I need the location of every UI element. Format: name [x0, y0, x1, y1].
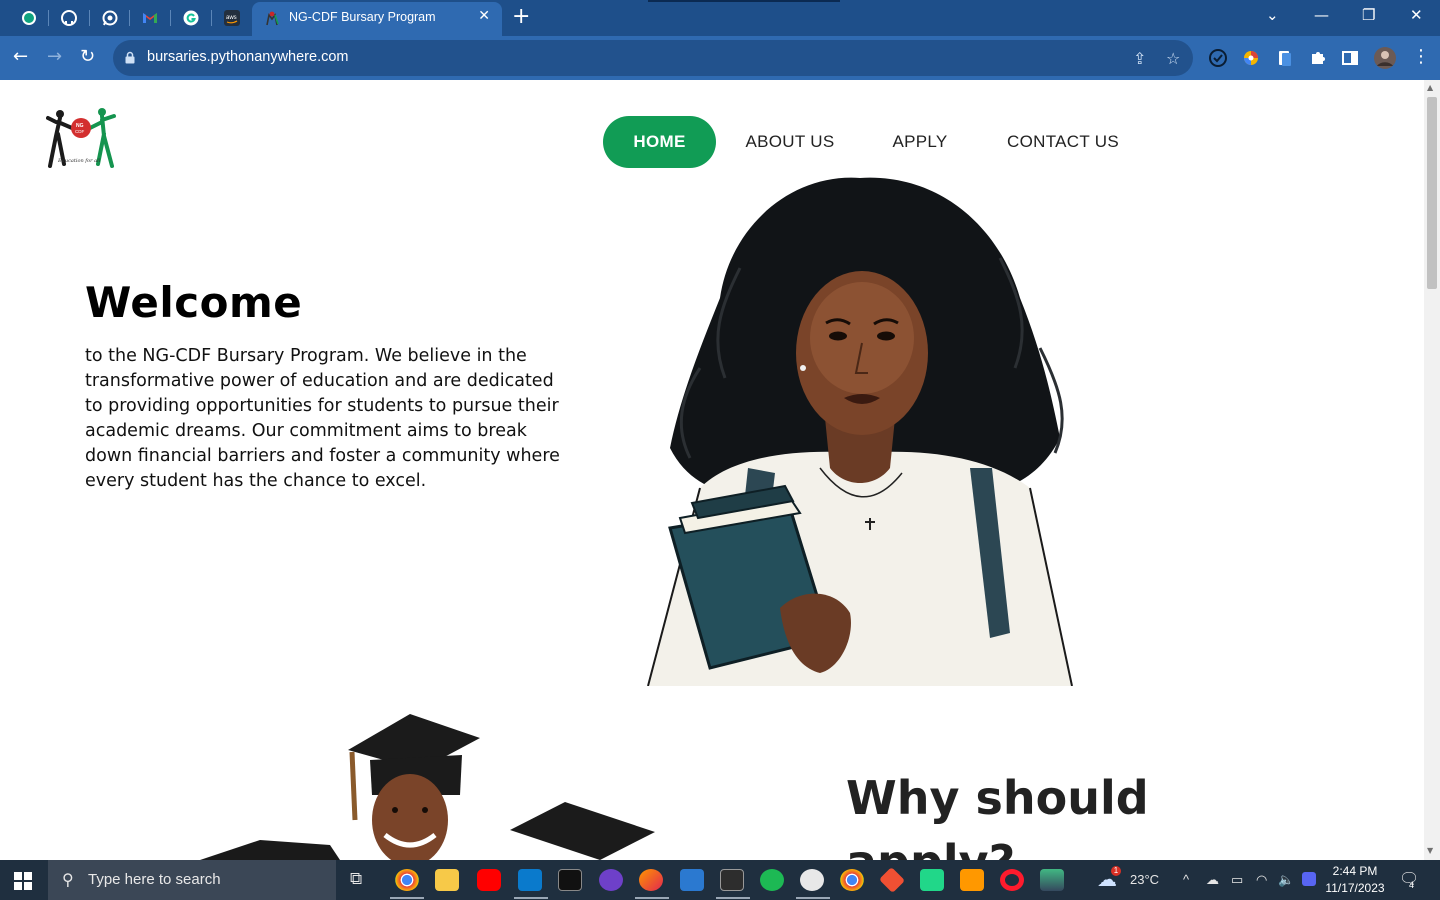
chatgpt-icon — [22, 11, 36, 25]
sublime-text-icon[interactable] — [960, 869, 984, 891]
ng-cdf-logo[interactable]: NG CDF Education for all — [46, 106, 118, 178]
close-window-icon[interactable]: ✕ — [1410, 6, 1423, 24]
terminal-icon[interactable] — [558, 869, 582, 891]
lock-icon — [125, 51, 135, 64]
weather-badge: 1 — [1111, 866, 1121, 876]
address-bar[interactable]: bursaries.pythonanywhere.com ⇪ ☆ — [113, 40, 1193, 76]
clipboard-icon[interactable] — [1275, 48, 1295, 68]
nav-home[interactable]: HOME — [603, 116, 716, 168]
wifi-icon[interactable]: ◠ — [1256, 872, 1267, 888]
pycharm-icon[interactable] — [920, 869, 944, 891]
scroll-down-icon[interactable]: ▼ — [1427, 846, 1433, 855]
firefox-indicator — [635, 897, 669, 899]
discord-icon[interactable] — [1302, 872, 1316, 886]
hs-indicator — [796, 897, 830, 899]
browser-toolbar: ← → ↻ bursaries.pythonanywhere.com ⇪ ☆ ⋮ — [0, 36, 1440, 80]
task-view-icon[interactable]: ⧉ — [350, 869, 362, 889]
svg-text:aws: aws — [226, 15, 237, 21]
profile-avatar[interactable] — [1374, 47, 1396, 69]
whatsapp-icon — [102, 10, 118, 26]
svg-text:CDF: CDF — [75, 129, 84, 134]
grammarly-icon — [183, 10, 199, 26]
url-text: bursaries.pythonanywhere.com — [147, 49, 349, 65]
weather-temp[interactable]: 23°C — [1130, 872, 1159, 887]
search-placeholder: Type here to search — [88, 871, 221, 888]
site-favicon — [266, 11, 279, 26]
back-button[interactable]: ← — [13, 46, 28, 68]
docs-icon[interactable] — [680, 869, 704, 891]
tab-close-icon[interactable]: ✕ — [478, 8, 490, 24]
share-icon[interactable]: ⇪ — [1133, 49, 1146, 68]
new-tab-button[interactable]: + — [512, 5, 530, 29]
side-panel-icon[interactable] — [1340, 48, 1360, 68]
bookmark-star-icon[interactable]: ☆ — [1166, 49, 1180, 68]
hs-app-icon[interactable] — [800, 869, 824, 891]
window-icon[interactable] — [720, 869, 744, 891]
chrome-active-indicator — [390, 897, 424, 899]
pinned-tab-chatgpt[interactable] — [16, 6, 42, 30]
nav-apply[interactable]: APPLY — [880, 116, 960, 168]
vscode-indicator — [514, 897, 548, 899]
onedrive-icon[interactable]: ☁ — [1206, 872, 1219, 888]
windows-taskbar: ⚲ Type here to search ⧉ ☁ 1 23°C ^ ☁ ▭ ◠… — [0, 860, 1440, 900]
git-icon[interactable] — [878, 866, 906, 894]
clock-date: 11/17/2023 — [1325, 881, 1385, 895]
nav-about-us[interactable]: ABOUT US — [736, 116, 844, 168]
firefox-icon[interactable] — [639, 869, 663, 891]
tab-title: NG-CDF Bursary Program — [289, 10, 436, 24]
graduates-illustration — [200, 714, 655, 860]
file-explorer-icon[interactable] — [435, 869, 459, 891]
opera-icon[interactable] — [1000, 869, 1024, 891]
search-icon: ⚲ — [62, 870, 74, 889]
scroll-thumb[interactable] — [1427, 97, 1437, 289]
vscode-icon[interactable] — [518, 869, 542, 891]
why-apply-heading: Why should apply? — [846, 771, 1149, 860]
aws-icon: aws — [224, 10, 240, 26]
todo-check-icon[interactable] — [1208, 48, 1228, 68]
notification-count: 4 — [1409, 880, 1415, 890]
chrome-profile-icon[interactable] — [840, 869, 864, 891]
page-content: NG CDF Education for all HOME ABOUT US A… — [0, 80, 1424, 860]
hero-student-illustration — [647, 177, 1073, 686]
github-desktop-icon[interactable] — [599, 869, 623, 891]
forward-button[interactable]: → — [47, 46, 62, 68]
chrome-icon[interactable] — [395, 869, 419, 891]
spotify-icon[interactable] — [760, 869, 784, 891]
tab-strip: aws NG-CDF Bursary Program ✕ + ⌄ — ❐ ✕ — [0, 0, 1440, 36]
gmail-icon — [143, 13, 157, 23]
taskbar-search[interactable]: ⚲ Type here to search — [48, 860, 336, 900]
clock-time: 2:44 PM — [1332, 864, 1378, 878]
restore-icon[interactable]: ❐ — [1362, 6, 1375, 24]
welcome-paragraph: to the NG-CDF Bursary Program. We believ… — [85, 346, 560, 491]
pinned-tab-gmail[interactable] — [137, 6, 163, 30]
logo-figures: NG CDF Education for all — [46, 108, 116, 168]
reload-button[interactable]: ↻ — [80, 46, 95, 68]
pinned-tab-aws[interactable]: aws — [219, 6, 245, 30]
welcome-heading: Welcome — [85, 278, 303, 327]
tab-search-icon[interactable]: ⌄ — [1266, 6, 1279, 24]
scroll-up-icon[interactable]: ▲ — [1427, 83, 1433, 92]
logo-caption: Education for all — [57, 158, 101, 164]
color-picker-icon[interactable] — [1241, 48, 1261, 68]
vue-icon[interactable] — [1040, 869, 1064, 891]
pinned-tab-whatsapp[interactable] — [97, 6, 123, 30]
tab-strip-indicator — [648, 0, 840, 2]
clock[interactable]: 2:44 PM 11/17/2023 — [1322, 863, 1388, 897]
nav-contact-us[interactable]: CONTACT US — [994, 116, 1132, 168]
tray-chevron-icon[interactable]: ^ — [1183, 872, 1189, 887]
menu-dots-icon[interactable]: ⋮ — [1412, 46, 1430, 68]
pinned-tab-github[interactable] — [56, 6, 82, 30]
window-indicator — [716, 897, 750, 899]
pinned-tab-grammarly[interactable] — [178, 6, 204, 30]
page-scrollbar[interactable]: ▲ ▼ — [1424, 80, 1440, 860]
windows-start-icon[interactable] — [14, 872, 32, 890]
battery-icon[interactable]: ▭ — [1231, 872, 1243, 888]
extensions-puzzle-icon[interactable] — [1308, 48, 1328, 68]
active-tab[interactable]: NG-CDF Bursary Program ✕ — [252, 2, 502, 36]
volume-icon[interactable]: 🔈 — [1278, 872, 1294, 888]
youtube-icon[interactable] — [477, 869, 501, 891]
minimize-icon[interactable]: — — [1314, 6, 1329, 24]
github-icon — [61, 10, 77, 26]
